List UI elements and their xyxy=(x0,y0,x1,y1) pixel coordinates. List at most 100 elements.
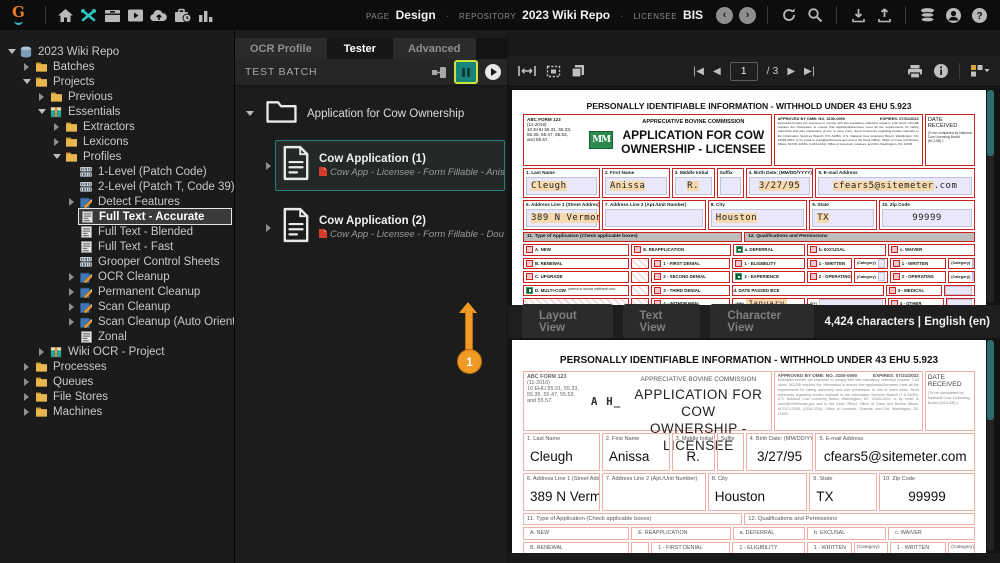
tree-expander-right[interactable] xyxy=(20,378,33,386)
tree-item-1-level-patch-code[interactable]: 1-Level (Patch Code) xyxy=(0,164,234,179)
image-viewer[interactable]: PERSONALLY IDENTIFIABLE INFORMATION - WI… xyxy=(508,88,1000,305)
tree-item-machines[interactable]: Machines xyxy=(0,404,234,419)
tools-icon[interactable] xyxy=(77,4,100,26)
tree-item-wiki-ocr-project[interactable]: Wiki OCR - Project xyxy=(0,344,234,359)
tree-item-2-level-patch-t-code-39[interactable]: 2-Level (Patch T, Code 39) xyxy=(0,179,234,194)
layout-scrollbar-thumb[interactable] xyxy=(987,340,994,420)
tree-expander-right[interactable] xyxy=(50,123,63,131)
tree-item-content: Full Text - Blended xyxy=(78,224,197,239)
next-page-icon[interactable]: ▶ xyxy=(787,66,795,77)
tree-expander-right[interactable] xyxy=(262,162,275,170)
tree-expander-right[interactable] xyxy=(65,288,78,296)
tab-ocr-profile[interactable]: OCR Profile xyxy=(235,38,327,59)
tree-expander-right[interactable] xyxy=(20,393,33,401)
archive-box-icon[interactable] xyxy=(101,4,124,26)
tree-item-ocr-cleanup[interactable]: OCR Cleanup xyxy=(0,269,234,284)
tree-expander-right[interactable] xyxy=(20,63,33,71)
print-icon[interactable] xyxy=(907,64,923,79)
tree-item-lexicons[interactable]: Lexicons xyxy=(0,134,234,149)
refresh-icon[interactable] xyxy=(776,4,802,26)
page-number-input[interactable] xyxy=(730,62,758,81)
viewer-scrollbar-thumb[interactable] xyxy=(987,90,994,156)
tree-expander-down[interactable] xyxy=(35,109,48,114)
copy-pages-icon[interactable] xyxy=(571,64,585,78)
cloud-upload-icon[interactable] xyxy=(148,4,171,26)
fit-width-icon[interactable] xyxy=(518,65,536,77)
tree-expander-down[interactable] xyxy=(5,49,18,54)
batch-folder-row[interactable]: Application for Cow Ownership xyxy=(235,98,507,129)
tree-expander-down[interactable] xyxy=(20,79,33,84)
tree-item-profiles[interactable]: Profiles xyxy=(0,149,234,164)
last-page-icon[interactable]: ▶| xyxy=(804,66,815,77)
tree-expander-right[interactable] xyxy=(65,273,78,281)
tree-expander-right[interactable] xyxy=(262,224,275,232)
home-icon[interactable] xyxy=(54,4,77,26)
context-breadcrumb: PAGE Design · REPOSITORY 2023 Wiki Repo … xyxy=(366,8,713,22)
download-icon[interactable] xyxy=(845,4,871,26)
help-icon[interactable]: ? xyxy=(966,4,992,26)
tab-text-view[interactable]: Text View xyxy=(623,304,701,340)
tab-character-view[interactable]: Character View xyxy=(710,304,814,340)
field-9-state: 9. StateTX xyxy=(809,200,877,230)
layout-view-pane[interactable]: PERSONALLY IDENTIFIABLE INFORMATION - WI… xyxy=(508,338,1000,553)
tab-layout-view[interactable]: Layout View xyxy=(522,304,613,340)
grooper-logo[interactable]: G xyxy=(3,5,34,25)
barcode-icon xyxy=(79,182,93,192)
tree-item-scan-cleanup-auto-orient[interactable]: Scan Cleanup (Auto Orient) xyxy=(0,314,234,329)
tree-expander-right[interactable] xyxy=(65,198,78,206)
info-icon[interactable] xyxy=(933,63,949,79)
tree-expander-right[interactable] xyxy=(20,363,33,371)
tree-expander-right[interactable] xyxy=(35,348,48,356)
tree-expander-down[interactable] xyxy=(243,111,256,116)
view-options-icon[interactable] xyxy=(970,64,990,78)
database-icon[interactable] xyxy=(914,4,940,26)
back-icon[interactable]: ‹ xyxy=(716,7,733,24)
tree-expander-right[interactable] xyxy=(65,318,78,326)
document-item-1[interactable]: Cow Application (1)Cow App - Licensee - … xyxy=(275,140,505,191)
run-play-icon[interactable] xyxy=(485,64,501,80)
tree-item-grooper-control-sheets[interactable]: Grooper Control Sheets xyxy=(0,254,234,269)
tree-item-2023-wiki-repo[interactable]: 2023 Wiki Repo xyxy=(0,44,234,59)
tree-expander-down[interactable] xyxy=(50,154,63,159)
page-value[interactable]: Design xyxy=(396,8,436,22)
tree-expander-right[interactable] xyxy=(20,408,33,416)
tree-item-detect-features[interactable]: Detect Features xyxy=(0,194,234,209)
upload-icon[interactable] xyxy=(871,4,897,26)
tree-item-zonal[interactable]: Zonal xyxy=(0,329,234,344)
tree-item-permanent-cleanup[interactable]: Permanent Cleanup xyxy=(0,284,234,299)
tree-item-full-text-accurate[interactable]: Full Text - Accurate xyxy=(0,209,234,224)
search-icon[interactable] xyxy=(802,4,828,26)
tree-item-essentials[interactable]: Essentials xyxy=(0,104,234,119)
repository-value[interactable]: 2023 Wiki Repo xyxy=(522,8,610,22)
tree-item-extractors[interactable]: Extractors xyxy=(0,119,234,134)
tree-expander-right[interactable] xyxy=(65,303,78,311)
document-item-2[interactable]: Cow Application (2)Cow App - Licensee - … xyxy=(275,202,505,253)
first-page-icon[interactable]: |◀ xyxy=(693,66,704,77)
user-icon[interactable] xyxy=(940,4,966,26)
tree-expander-right[interactable] xyxy=(35,93,48,101)
previous-page-icon[interactable]: ◀ xyxy=(713,66,721,77)
tree-item-projects[interactable]: Projects xyxy=(0,74,234,89)
tree-item-full-text-fast[interactable]: Full Text - Fast xyxy=(0,239,234,254)
test-extraction-flask-icon[interactable] xyxy=(454,60,478,84)
select-region-icon[interactable] xyxy=(546,65,561,78)
tree-item-file-stores[interactable]: File Stores xyxy=(0,389,234,404)
tree-item-full-text-blended[interactable]: Full Text - Blended xyxy=(0,224,234,239)
licensee-value[interactable]: BIS xyxy=(683,8,703,22)
briefcase-clock-icon[interactable] xyxy=(171,4,194,26)
tab-advanced[interactable]: Advanced xyxy=(393,38,476,59)
forward-icon[interactable]: › xyxy=(739,7,756,24)
tree-item-previous[interactable]: Previous xyxy=(0,89,234,104)
chevron-down-icon xyxy=(23,79,31,84)
tree-item-scan-cleanup[interactable]: Scan Cleanup xyxy=(0,299,234,314)
batch-structure-icon[interactable] xyxy=(431,66,447,79)
play-box-icon[interactable] xyxy=(124,4,147,26)
tree-item-queues[interactable]: Queues xyxy=(0,374,234,389)
tree-item-processes[interactable]: Processes xyxy=(0,359,234,374)
bar-chart-icon[interactable] xyxy=(195,4,218,26)
tree-expander-right[interactable] xyxy=(50,138,63,146)
tree-item-batches[interactable]: Batches xyxy=(0,59,234,74)
field-value-text: 3/27/95 xyxy=(757,449,802,464)
field-value-text: Anissa xyxy=(610,181,646,191)
tab-tester[interactable]: Tester xyxy=(329,38,391,59)
